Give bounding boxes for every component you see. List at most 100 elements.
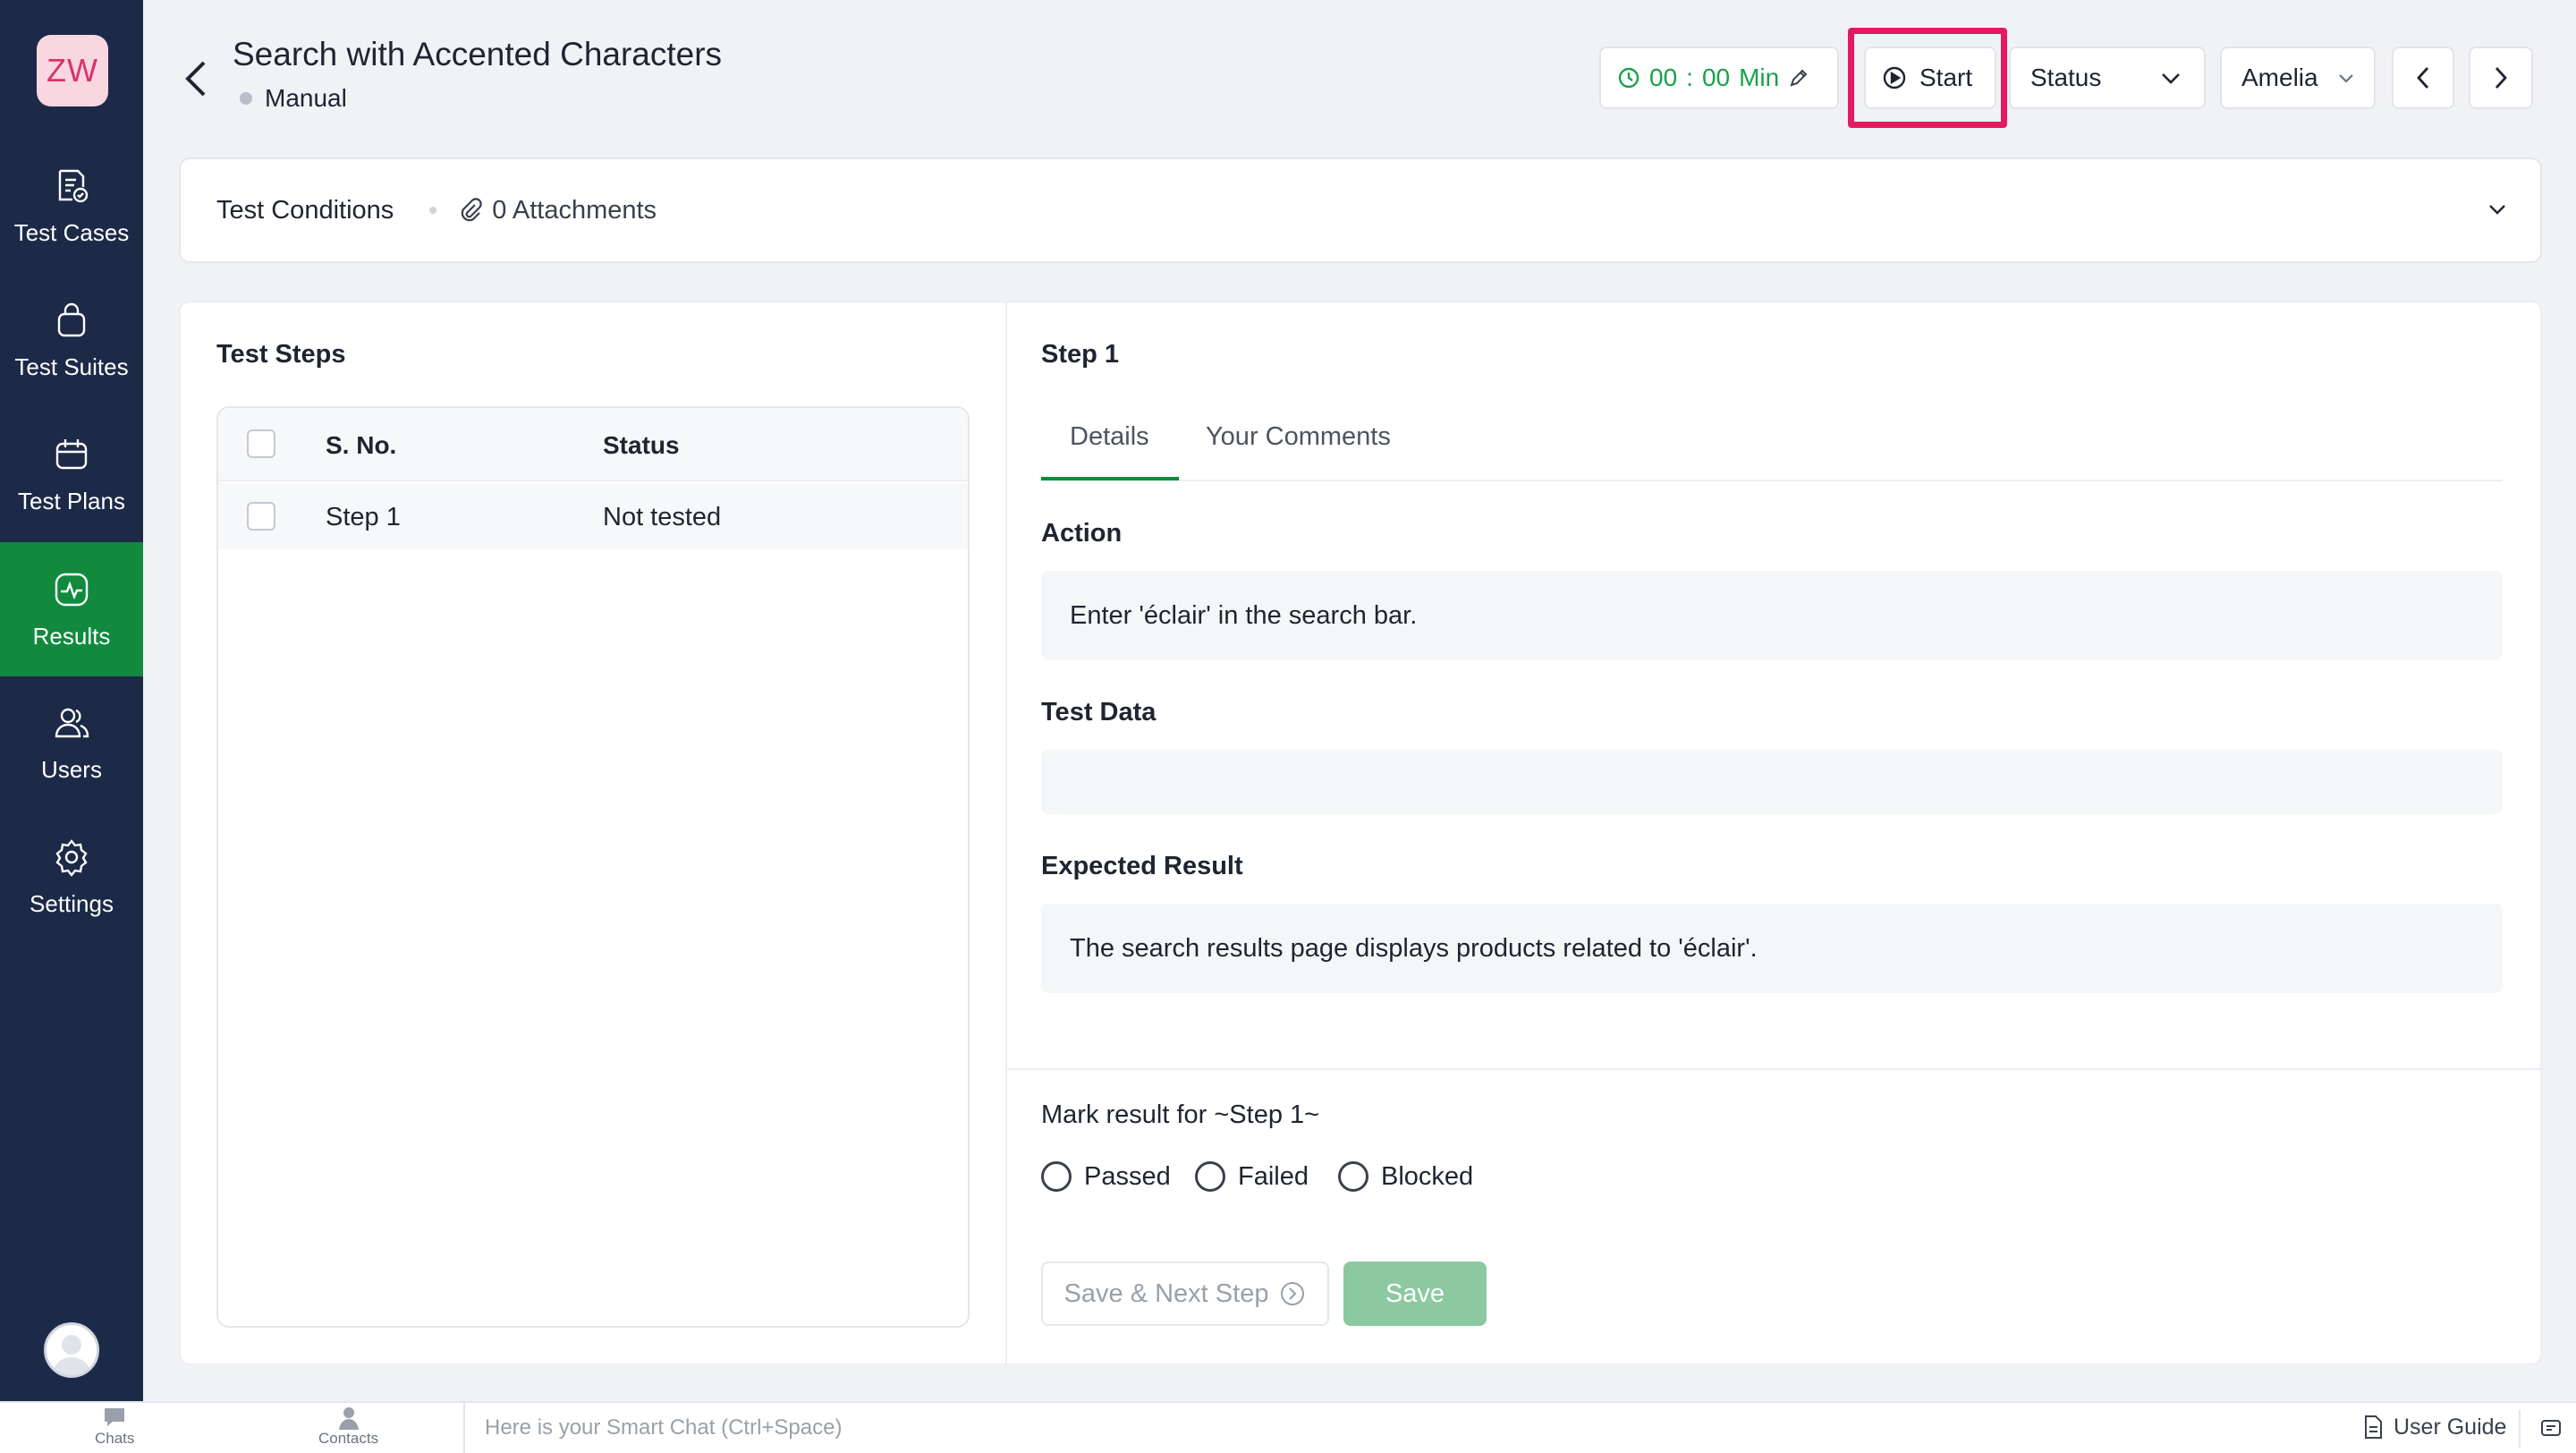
sidebar-item-label: Test Cases <box>13 218 130 246</box>
user-guide-link[interactable]: User Guide <box>2361 1414 2506 1440</box>
panel-divider <box>1005 302 1007 1364</box>
gear-icon <box>51 837 92 878</box>
column-header-status: Status <box>603 431 680 459</box>
tab-details[interactable]: Details <box>1070 422 1149 452</box>
table-header: S. No. Status <box>218 408 968 481</box>
sidebar-item-settings[interactable]: Settings <box>0 810 143 944</box>
footer-bar: Chats Contacts Here is your Smart Chat (… <box>0 1401 2576 1453</box>
radio-blocked[interactable]: Blocked <box>1338 1161 1473 1192</box>
status-dropdown-label: Status <box>2030 64 2102 91</box>
chevron-left-icon <box>2417 67 2429 89</box>
users-icon <box>51 702 92 743</box>
footer-contacts[interactable]: Contacts <box>318 1405 378 1448</box>
attachments-link[interactable]: 0 Attachments <box>458 196 657 225</box>
timer[interactable]: 00 : 00 Min <box>1599 47 1839 109</box>
edit-icon[interactable] <box>1788 67 1809 89</box>
active-tab-indicator <box>1041 477 1179 480</box>
sidebar-item-test-plans[interactable]: Test Plans <box>0 407 143 541</box>
radio-circle[interactable] <box>1338 1161 1368 1192</box>
paperclip-icon <box>458 197 485 224</box>
sidebar-item-label: Settings <box>30 889 114 917</box>
radio-circle[interactable] <box>1041 1161 1072 1192</box>
section-divider <box>1007 1068 2540 1070</box>
start-button-label: Start <box>1919 64 1973 91</box>
user-guide-label: User Guide <box>2394 1414 2507 1440</box>
feedback-icon[interactable] <box>2538 1415 2563 1440</box>
sidebar-item-results[interactable]: Results <box>0 542 143 676</box>
sidebar-item-label: Test Plans <box>18 487 125 514</box>
separator-dot <box>429 207 437 214</box>
chevron-left-icon <box>185 61 206 97</box>
radio-failed[interactable]: Failed <box>1195 1161 1309 1192</box>
status-dropdown[interactable]: Status <box>2009 47 2206 109</box>
radio-passed[interactable]: Passed <box>1041 1161 1171 1192</box>
step-title: Step 1 <box>1041 340 1120 369</box>
test-type-label: Manual <box>265 84 347 112</box>
back-button[interactable] <box>179 55 215 102</box>
radio-label: Failed <box>1238 1161 1309 1191</box>
table-row[interactable]: Step 1 Not tested <box>218 483 968 549</box>
timer-minutes: 00 <box>1701 64 1731 91</box>
app-logo[interactable]: ZW <box>37 35 108 106</box>
action-value: Enter 'éclair' in the search bar. <box>1070 600 1418 630</box>
test-conditions-panel[interactable]: Test Conditions 0 Attachments <box>179 157 2542 263</box>
start-button[interactable]: Start <box>1864 47 1996 109</box>
previous-button[interactable] <box>2392 47 2454 109</box>
timer-hours: 00 <box>1649 64 1678 91</box>
tab-your-comments[interactable]: Your Comments <box>1206 422 1391 452</box>
row-sno: Step 1 <box>326 503 401 531</box>
test-steps-table: S. No. Status Step 1 Not tested <box>216 406 970 1328</box>
chevron-down-icon <box>2159 66 2182 89</box>
sidebar-item-users[interactable]: Users <box>0 676 143 810</box>
sidebar-item-test-cases[interactable]: Test Cases <box>0 139 143 273</box>
footer-chats-label: Chats <box>95 1430 135 1447</box>
results-icon <box>51 569 92 610</box>
tab-bar-line <box>1041 480 2503 481</box>
sidebar: ZW Test Cases Test Suites Test Plans Res… <box>0 0 143 1401</box>
chevron-down-icon <box>2336 68 2356 88</box>
test-plans-icon <box>51 434 92 475</box>
save-and-next-button[interactable]: Save & Next Step <box>1041 1262 1329 1326</box>
chevron-right-icon <box>2495 67 2507 89</box>
save-button[interactable]: Save <box>1343 1262 1487 1326</box>
column-header-sno: S. No. <box>326 431 397 459</box>
test-data-field <box>1041 750 2503 814</box>
chevron-down-icon[interactable] <box>2485 197 2510 222</box>
arrow-right-circle-icon <box>1279 1280 1306 1307</box>
timer-separator: : <box>1686 64 1693 91</box>
row-checkbox[interactable] <box>247 502 275 531</box>
play-circle-icon <box>1882 65 1907 90</box>
smart-chat-input[interactable]: Here is your Smart Chat (Ctrl+Space) <box>485 1415 842 1440</box>
expected-result-label: Expected Result <box>1041 852 1243 880</box>
assignee-dropdown[interactable]: Amelia <box>2220 47 2376 109</box>
avatar[interactable] <box>44 1322 99 1378</box>
assignee-label: Amelia <box>2241 64 2318 91</box>
sidebar-item-label: Results <box>32 622 111 650</box>
chat-bubble-icon <box>101 1405 128 1430</box>
save-and-next-label: Save & Next Step <box>1063 1279 1269 1308</box>
expected-result-value: The search results page displays product… <box>1070 933 1758 963</box>
radio-label: Passed <box>1084 1161 1171 1191</box>
test-conditions-label: Test Conditions <box>216 195 394 225</box>
footer-divider <box>463 1403 465 1453</box>
page-title: Search with Accented Characters <box>233 36 723 72</box>
row-status: Not tested <box>603 503 722 531</box>
next-button[interactable] <box>2469 47 2533 109</box>
sidebar-item-label: Users <box>41 755 102 783</box>
attachments-label: 0 Attachments <box>492 195 657 225</box>
select-all-checkbox[interactable] <box>247 429 275 458</box>
document-icon <box>2361 1414 2385 1440</box>
expected-result-field: The search results page displays product… <box>1041 904 2503 993</box>
mark-result-label: Mark result for ~Step 1~ <box>1041 1100 1320 1129</box>
radio-circle[interactable] <box>1195 1161 1225 1192</box>
action-label: Action <box>1041 519 1123 548</box>
action-field: Enter 'éclair' in the search bar. <box>1041 571 2503 660</box>
test-suites-icon <box>51 300 92 341</box>
type-dot-icon <box>240 92 252 105</box>
sidebar-item-test-suites[interactable]: Test Suites <box>0 273 143 407</box>
test-cases-icon <box>51 166 92 207</box>
test-steps-title: Test Steps <box>216 340 346 369</box>
sidebar-item-label: Test Suites <box>14 353 129 380</box>
footer-chats[interactable]: Chats <box>95 1405 134 1448</box>
footer-contacts-label: Contacts <box>318 1430 379 1447</box>
